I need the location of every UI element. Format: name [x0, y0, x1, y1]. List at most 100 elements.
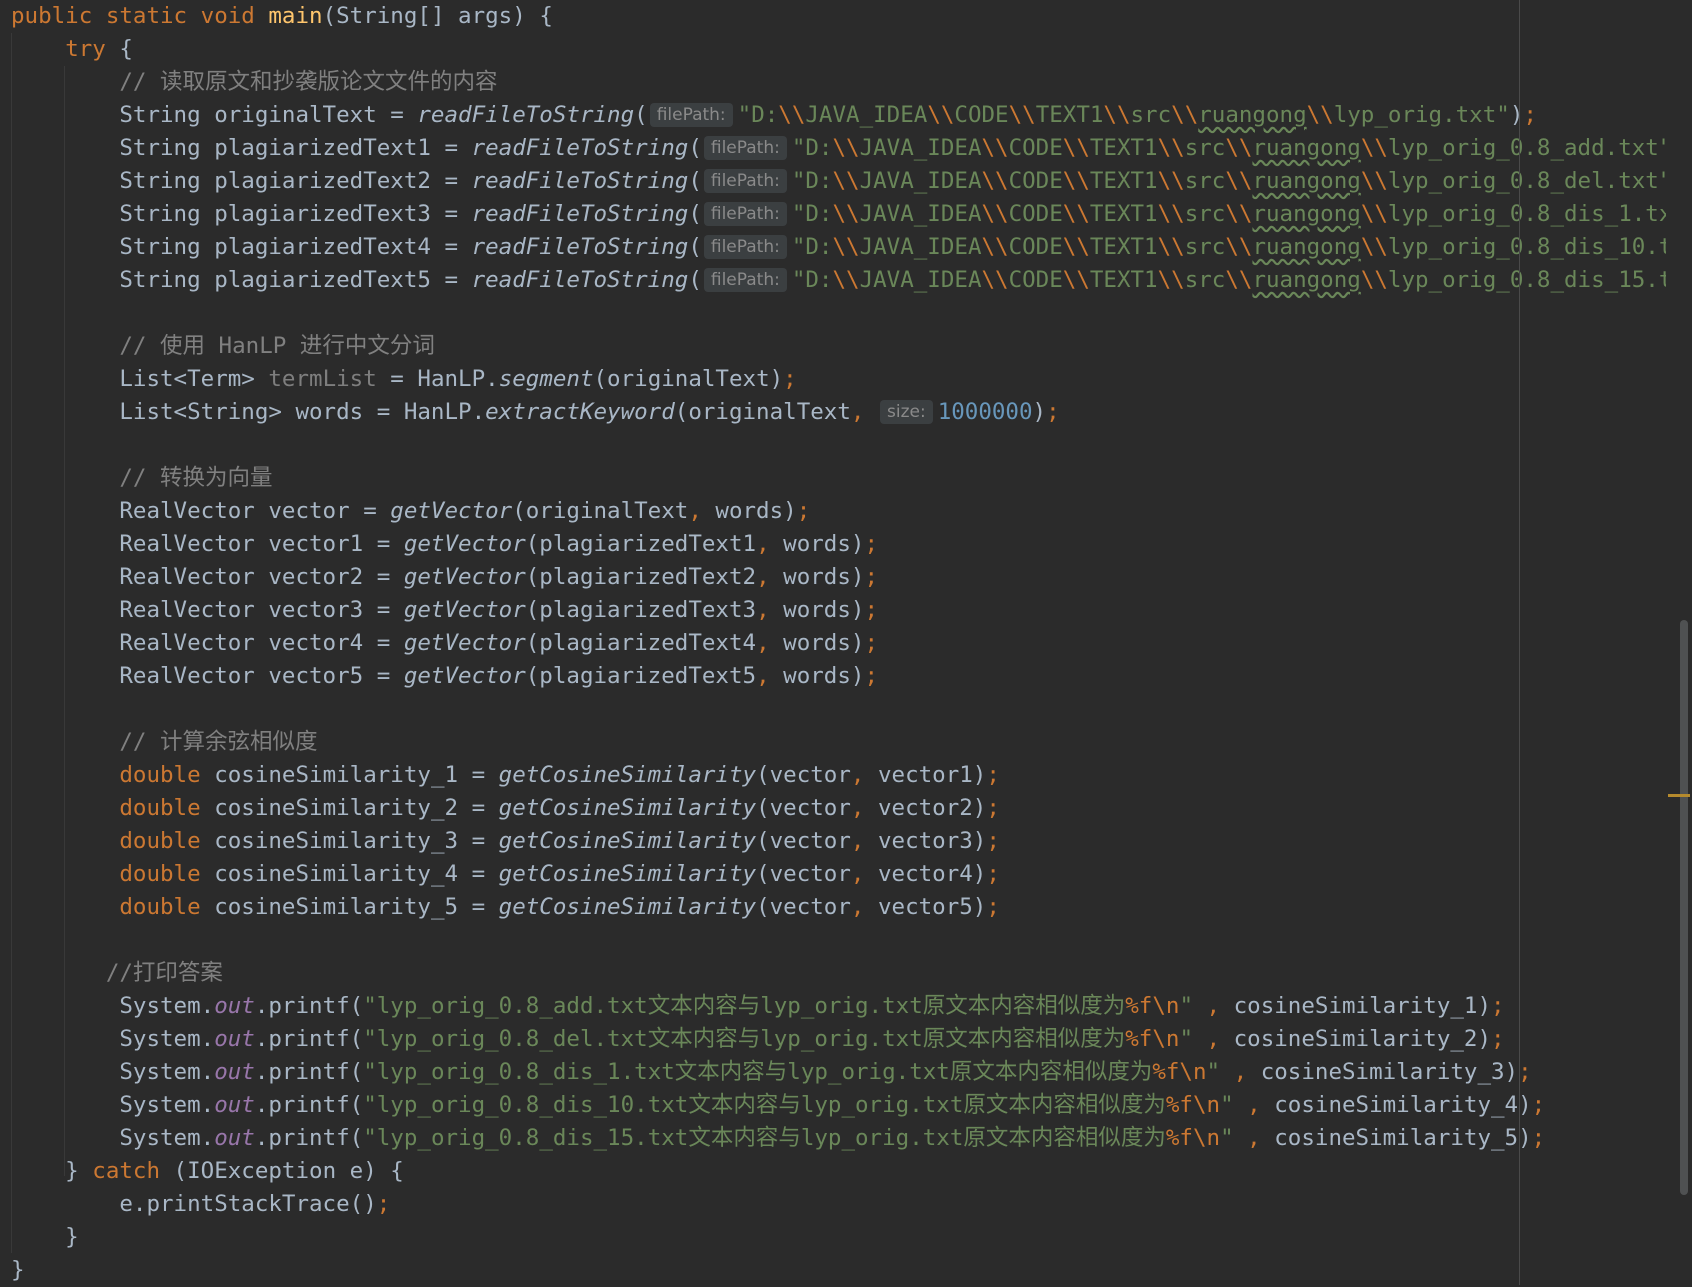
code-line[interactable]: System.out.printf("lyp_orig_0.8_dis_10.t…: [0, 1089, 1545, 1122]
code-line[interactable]: double cosineSimilarity_1 = getCosineSim…: [0, 759, 1000, 792]
code-line[interactable]: RealVector vector4 = getVector(plagiariz…: [0, 627, 878, 660]
code-line[interactable]: List<Term> termList = HanLP.segment(orig…: [0, 363, 797, 396]
scrollbar-thumb[interactable]: [1680, 620, 1688, 1195]
code-token: ;: [1531, 1092, 1546, 1118]
code-token: lyp_orig_0.8_dis_10.txt": [1387, 234, 1692, 260]
code-token: CODE: [1008, 267, 1063, 293]
code-token: // 读取原文和抄袭版论文文件的内容: [119, 69, 498, 95]
code-token: out: [214, 1092, 255, 1118]
code-token: ruangong: [1252, 135, 1361, 161]
code-token: readFileToString: [471, 234, 689, 260]
code-token: "lyp_orig_0.8_del.txt文本内容与lyp_orig.txt原文…: [363, 1026, 1126, 1052]
code-line[interactable]: } catch (IOException e) {: [0, 1155, 404, 1188]
code-line[interactable]: System.out.printf("lyp_orig_0.8_del.txt文…: [0, 1023, 1504, 1056]
code-token: \\: [1157, 234, 1185, 260]
code-line[interactable]: }: [0, 1221, 79, 1254]
code-token: \\: [1103, 102, 1131, 128]
code-token: "lyp_orig_0.8_add.txt文本内容与lyp_orig.txt原文…: [363, 993, 1126, 1019]
code-token: \\: [1062, 168, 1090, 194]
code-token: \\: [981, 168, 1009, 194]
code-token: getCosineSimilarity: [498, 861, 757, 887]
code-line[interactable]: [0, 429, 11, 462]
code-line[interactable]: System.out.printf("lyp_orig_0.8_add.txt文…: [0, 990, 1505, 1023]
code-token: vector3): [877, 828, 987, 854]
code-token: e.printStackTrace(): [11, 1191, 377, 1217]
code-line[interactable]: String plagiarizedText5 = readFileToStri…: [0, 264, 1692, 297]
code-line[interactable]: [0, 693, 11, 726]
code-line[interactable]: double cosineSimilarity_5 = getCosineSim…: [0, 891, 1000, 924]
code-line[interactable]: double cosineSimilarity_3 = getCosineSim…: [0, 825, 1000, 858]
vertical-scrollbar[interactable]: [1666, 0, 1692, 1285]
code-token: vector2): [877, 795, 987, 821]
code-token: ": [1206, 1059, 1234, 1085]
code-token: ;: [783, 366, 797, 392]
code-line[interactable]: System.out.printf("lyp_orig_0.8_dis_1.tx…: [0, 1056, 1531, 1089]
parameter-hint: filePath:: [703, 136, 787, 160]
code-line[interactable]: RealVector vector1 = getVector(plagiariz…: [0, 528, 878, 561]
code-line[interactable]: double cosineSimilarity_4 = getCosineSim…: [0, 858, 1000, 891]
parameter-hint: filePath:: [703, 202, 787, 226]
code-token: (String[] args) {: [322, 3, 553, 29]
code-line[interactable]: }: [0, 1254, 25, 1287]
code-token: out: [214, 1125, 255, 1151]
code-token: extractKeyword: [485, 399, 675, 425]
code-token: CODE: [1008, 135, 1063, 161]
code-token: double: [119, 894, 201, 920]
code-line[interactable]: double cosineSimilarity_2 = getCosineSim…: [0, 792, 1000, 825]
code-token: words): [783, 597, 865, 623]
code-token: \\: [1157, 168, 1185, 194]
code-token: String plagiarizedText2 =: [11, 168, 472, 194]
code-line[interactable]: [0, 297, 11, 330]
code-token: ;: [1491, 993, 1505, 1019]
code-line[interactable]: String originalText = readFileToString(f…: [0, 99, 1537, 132]
code-token: ;: [864, 630, 878, 656]
code-token: (: [688, 168, 702, 194]
code-line[interactable]: String plagiarizedText4 = readFileToStri…: [0, 231, 1692, 264]
code-token: ": [1179, 1026, 1207, 1052]
code-token: (vector: [756, 828, 851, 854]
code-line[interactable]: List<String> words = HanLP.extractKeywor…: [0, 396, 1059, 429]
code-token: out: [214, 993, 255, 1019]
code-line[interactable]: System.out.printf("lyp_orig_0.8_dis_15.t…: [0, 1122, 1545, 1155]
code-token: ;: [986, 894, 1000, 920]
code-editor[interactable]: public static void main(String[] args) {…: [0, 0, 1692, 1285]
code-token: "D:: [791, 168, 833, 194]
code-line[interactable]: public static void main(String[] args) {: [0, 0, 553, 33]
code-line[interactable]: RealVector vector = getVector(originalTe…: [0, 495, 810, 528]
code-token: \\: [1306, 102, 1334, 128]
code-line[interactable]: RealVector vector2 = getVector(plagiariz…: [0, 561, 878, 594]
code-line[interactable]: // 转换为向量: [0, 462, 273, 495]
code-line[interactable]: String plagiarizedText2 = readFileToStri…: [0, 165, 1692, 198]
code-line[interactable]: // 读取原文和抄袭版论文文件的内容: [0, 66, 498, 99]
code-token: lyp_orig_0.8_del.txt": [1387, 168, 1673, 194]
code-token: // 转换为向量: [119, 465, 273, 491]
code-token: \\: [981, 201, 1009, 227]
code-line[interactable]: try {: [0, 33, 133, 66]
code-line[interactable]: RealVector vector3 = getVector(plagiariz…: [0, 594, 878, 627]
code-line[interactable]: // 使用 HanLP 进行中文分词: [0, 330, 434, 363]
code-token: System.: [11, 1026, 215, 1052]
code-token: TEXT1: [1089, 168, 1158, 194]
code-token: RealVector vector4 =: [11, 630, 404, 656]
code-line[interactable]: String plagiarizedText1 = readFileToStri…: [0, 132, 1692, 165]
code-token: readFileToString: [471, 135, 689, 161]
code-line[interactable]: RealVector vector5 = getVector(plagiariz…: [0, 660, 878, 693]
code-token: (plagiarizedText2: [525, 564, 757, 590]
code-token: (plagiarizedText1: [525, 531, 757, 557]
code-token: words): [715, 498, 797, 524]
warning-stripe-marker[interactable]: [1668, 794, 1690, 797]
code-line[interactable]: [0, 924, 11, 957]
code-line[interactable]: // 计算余弦相似度: [0, 726, 318, 759]
code-line[interactable]: //打印答案: [0, 957, 223, 990]
code-line[interactable]: String plagiarizedText3 = readFileToStri…: [0, 198, 1692, 231]
code-token: lyp_orig_0.8_add.txt": [1387, 135, 1673, 161]
right-margin-guide: [1519, 0, 1520, 1285]
code-token: ,: [756, 663, 784, 689]
code-token: \\: [1360, 168, 1388, 194]
code-line[interactable]: e.printStackTrace();: [0, 1188, 390, 1221]
code-token: src: [1184, 267, 1226, 293]
code-token: ;: [986, 795, 1000, 821]
code-token: // 计算余弦相似度: [119, 729, 318, 755]
